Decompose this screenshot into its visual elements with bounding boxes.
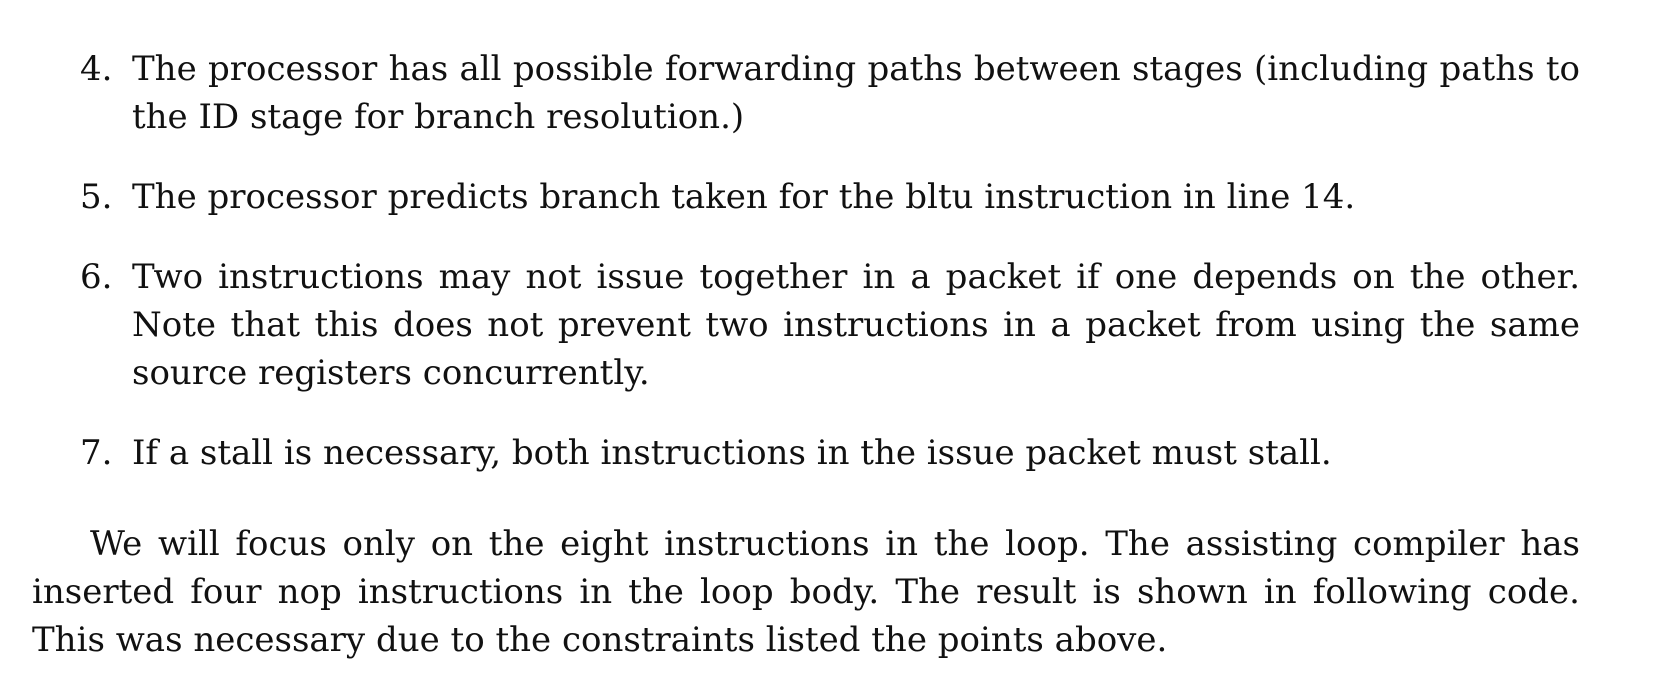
list-item: 5. The processor predicts branch taken f… xyxy=(80,173,1580,221)
list-item: 4. The processor has all possible forwar… xyxy=(80,45,1580,141)
list-item-number: 5. xyxy=(80,177,113,217)
list-item: 6. Two instructions may not issue togeth… xyxy=(80,253,1580,397)
list-item-number: 4. xyxy=(80,49,113,89)
document-page: 4. The processor has all possible forwar… xyxy=(0,0,1680,686)
list-item: 7. If a stall is necessary, both instruc… xyxy=(80,429,1580,477)
list-item-text: The processor has all possible forwardin… xyxy=(132,49,1580,137)
list-item-text: If a stall is necessary, both instructio… xyxy=(132,433,1332,473)
body-paragraph: We will focus only on the eight instruct… xyxy=(32,524,1580,660)
list-item-text: Two instructions may not issue together … xyxy=(132,257,1580,393)
list-item-number: 7. xyxy=(80,433,113,473)
constraints-list: 4. The processor has all possible forwar… xyxy=(80,45,1580,509)
list-item-text: The processor predicts branch taken for … xyxy=(132,177,1356,217)
list-item-number: 6. xyxy=(80,257,113,297)
